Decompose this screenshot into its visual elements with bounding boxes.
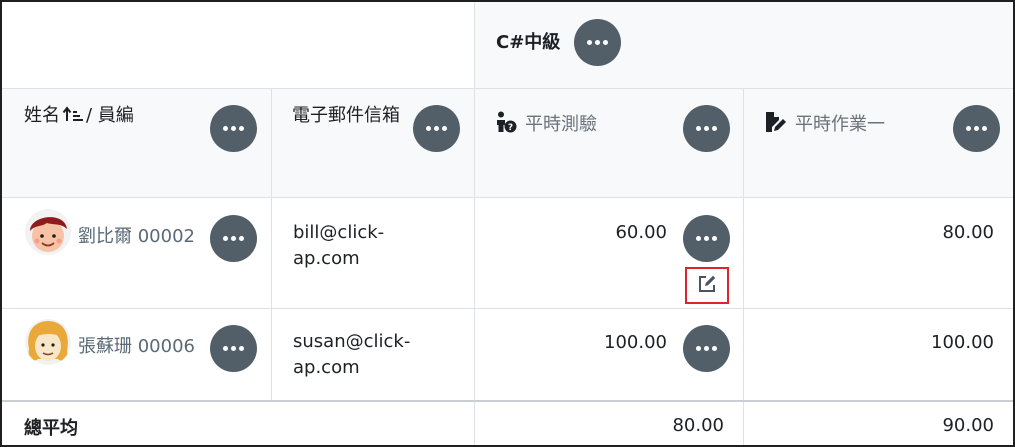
student-name[interactable]: 劉比爾	[78, 226, 132, 247]
student-email: bill@click- ap.com	[293, 220, 433, 272]
email-column-menu-button[interactable]	[413, 105, 460, 152]
girl-avatar	[25, 319, 71, 365]
assignment-grade: 100.00	[931, 332, 994, 353]
divider	[474, 2, 475, 445]
divider	[2, 197, 1013, 198]
quiz-grade: 60.00	[615, 222, 667, 243]
edit-grade-button[interactable]	[685, 267, 729, 304]
quiz-grade-menu-button[interactable]	[683, 325, 730, 372]
student-email: susan@click- ap.com	[293, 329, 433, 381]
assignment-grade: 80.00	[942, 222, 994, 243]
quiz-column-label[interactable]: 平時測驗	[525, 114, 597, 135]
quiz-average: 80.00	[672, 415, 724, 436]
assignment-column-menu-button[interactable]	[953, 105, 1000, 152]
assignment-column-label[interactable]: 平時作業一	[795, 114, 885, 135]
quiz-column-menu-button[interactable]	[683, 105, 730, 152]
student-link[interactable]: 劉比爾 00002	[78, 222, 195, 248]
assignment-average: 90.00	[942, 415, 994, 436]
name-column-label[interactable]: 姓名	[24, 105, 60, 126]
divider	[2, 88, 1013, 89]
employee-id-column-label[interactable]: / 員編	[86, 105, 134, 126]
divider	[2, 308, 1013, 309]
person-question-icon: ?	[495, 111, 517, 138]
student-email-line: ap.com	[293, 357, 360, 378]
quiz-column-header[interactable]: ? 平時測驗	[495, 110, 597, 138]
student-link[interactable]: 張蘇珊 00006	[78, 332, 195, 358]
sort-ascending-icon[interactable]	[62, 105, 84, 128]
divider	[2, 400, 1013, 402]
divider	[743, 88, 744, 445]
quiz-grade: 100.00	[604, 332, 667, 353]
assignment-column-header[interactable]: 平時作業一	[765, 110, 885, 138]
student-menu-button[interactable]	[210, 325, 257, 372]
gradebook-table: C#中級 姓名 / 員編 電子郵件信箱 ? 平時測驗 平時作業一 劉比爾 000…	[0, 0, 1015, 447]
edit-icon	[697, 274, 717, 298]
overall-average-label: 總平均	[24, 418, 78, 439]
boy-avatar	[25, 209, 71, 255]
student-email-line: ap.com	[293, 248, 360, 269]
name-column-header[interactable]: 姓名 / 員編	[24, 101, 134, 128]
student-name[interactable]: 張蘇珊	[78, 336, 132, 357]
svg-text:?: ?	[508, 123, 513, 133]
student-id[interactable]: 00002	[138, 226, 195, 247]
quiz-grade-menu-button[interactable]	[683, 215, 730, 262]
student-email-line: susan@click-	[293, 331, 411, 352]
email-column-header[interactable]: 電子郵件信箱	[292, 101, 400, 127]
file-edit-icon	[765, 111, 787, 138]
course-menu-button[interactable]	[574, 19, 621, 66]
divider	[271, 88, 272, 400]
student-id[interactable]: 00006	[138, 336, 195, 357]
student-menu-button[interactable]	[210, 215, 257, 262]
course-title: C#中級	[496, 32, 561, 53]
student-email-line: bill@click-	[293, 222, 385, 243]
name-column-menu-button[interactable]	[210, 105, 257, 152]
column-header-bg	[2, 88, 1013, 197]
